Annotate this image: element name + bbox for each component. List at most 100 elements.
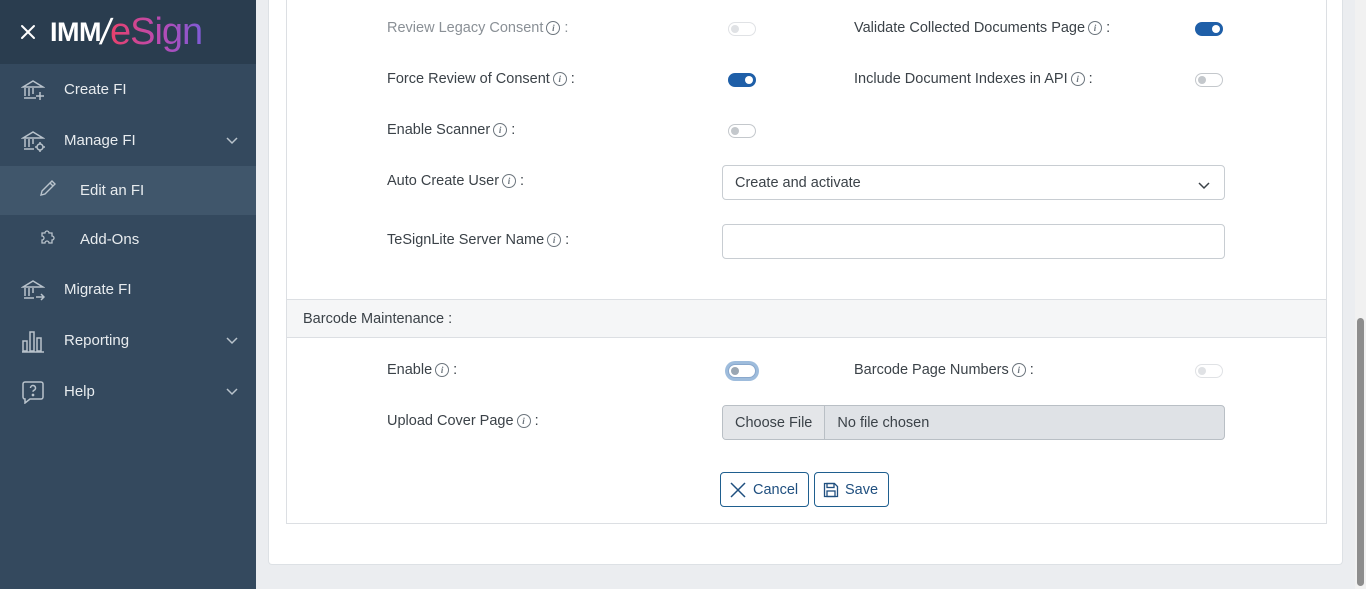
include-doc-indexes-row: Include Document Indexes in API i :	[854, 71, 1093, 87]
info-icon[interactable]: i	[1088, 21, 1103, 35]
field-label: Enable Scanner	[387, 122, 491, 138]
toggle-knob	[1212, 25, 1220, 33]
field-label: Enable	[387, 362, 433, 378]
barcode-enable-toggle[interactable]	[728, 364, 756, 378]
force-review-consent-toggle[interactable]	[728, 73, 756, 87]
info-icon[interactable]: i	[516, 414, 531, 428]
settings-panel: Review Legacy Consent i : Validate Colle…	[286, 0, 1327, 524]
field-label: Barcode Page Numbers	[854, 362, 1009, 378]
enable-scanner-row: Enable Scanner i :	[387, 122, 515, 138]
chevron-down-icon	[1198, 178, 1210, 194]
sidebar-item-edit-fi[interactable]: Edit an FI	[0, 166, 256, 215]
sidebar-item-label: Help	[64, 383, 95, 400]
sidebar-nav: Create FI Manage FI Edit an FI Add-Ons M…	[0, 64, 256, 417]
sidebar-item-migrate-fi[interactable]: Migrate FI	[0, 264, 256, 315]
sidebar-header: IMM / eSign	[0, 0, 256, 64]
toggle-knob	[731, 25, 739, 33]
info-icon[interactable]: i	[1070, 72, 1085, 86]
close-icon	[21, 25, 35, 39]
sidebar-item-help[interactable]: Help	[0, 366, 256, 417]
info-icon[interactable]: i	[546, 21, 561, 35]
label-colon: :	[520, 173, 525, 189]
cancel-label: Cancel	[753, 481, 799, 498]
label-colon: :	[534, 413, 539, 429]
sidebar-item-label: Migrate FI	[64, 281, 132, 298]
sidebar-item-add-ons[interactable]: Add-Ons	[0, 215, 256, 264]
info-icon[interactable]: i	[502, 174, 517, 188]
floppy-disk-icon	[823, 482, 839, 498]
page-scrollbar[interactable]	[1355, 0, 1366, 589]
include-doc-indexes-toggle[interactable]	[1195, 73, 1223, 87]
label-colon: :	[1106, 20, 1111, 36]
toggle-knob	[1198, 76, 1206, 84]
close-sidebar-button[interactable]	[18, 22, 38, 42]
label-colon: :	[564, 20, 569, 36]
info-icon[interactable]: i	[1011, 363, 1026, 377]
cover-page-file-input[interactable]: Choose File No file chosen	[722, 405, 1225, 440]
field-label: Auto Create User	[387, 173, 500, 189]
bank-migrate-icon	[20, 277, 46, 303]
tesignlite-server-input[interactable]	[722, 224, 1225, 259]
sidebar-item-label: Manage FI	[64, 132, 136, 149]
section-header-barcode: Barcode Maintenance :	[287, 299, 1326, 338]
review-legacy-consent-toggle[interactable]	[728, 22, 756, 36]
label-colon: :	[453, 362, 458, 378]
barcode-page-numbers-row: Barcode Page Numbers i :	[854, 362, 1034, 378]
label-colon: :	[1029, 362, 1034, 378]
toggle-knob	[745, 76, 753, 84]
logo-imm: IMM	[50, 16, 101, 47]
toggle-knob	[731, 367, 739, 375]
enable-scanner-toggle[interactable]	[728, 124, 756, 138]
sidebar: IMM / eSign Create FI Manage FI Edit an …	[0, 0, 256, 589]
close-icon	[729, 481, 747, 499]
review-legacy-consent-row: Review Legacy Consent i :	[387, 20, 568, 36]
barcode-enable-row: Enable i :	[387, 362, 457, 378]
label-colon: :	[1088, 71, 1093, 87]
bank-settings-icon	[20, 128, 46, 154]
info-icon[interactable]: i	[493, 123, 508, 137]
scrollbar-thumb[interactable]	[1357, 318, 1364, 586]
field-label: Review Legacy Consent	[387, 20, 544, 36]
select-value: Create and activate	[735, 174, 861, 191]
field-label: Validate Collected Documents Page	[854, 20, 1086, 36]
sidebar-item-label: Edit an FI	[80, 182, 145, 199]
sidebar-item-reporting[interactable]: Reporting	[0, 315, 256, 366]
validate-collected-docs-row: Validate Collected Documents Page i :	[854, 20, 1110, 36]
cancel-button[interactable]: Cancel	[720, 472, 810, 507]
label-colon: :	[570, 71, 575, 87]
choose-file-button[interactable]: Choose File	[723, 406, 826, 439]
upload-cover-page-row: Upload Cover Page i :	[387, 413, 539, 429]
file-status: No file chosen	[837, 414, 930, 431]
save-label: Save	[845, 481, 879, 498]
sidebar-item-create-fi[interactable]: Create FI	[0, 64, 256, 115]
info-icon[interactable]: i	[435, 363, 450, 377]
main-card: Review Legacy Consent i : Validate Colle…	[268, 0, 1343, 565]
puzzle-icon	[38, 227, 58, 252]
label-colon: :	[511, 122, 516, 138]
field-label: Include Document Indexes in API	[854, 71, 1068, 87]
info-icon[interactable]: i	[547, 233, 562, 247]
sidebar-item-label: Create FI	[64, 81, 127, 98]
label-colon: :	[565, 232, 570, 248]
tesignlite-server-row: TeSignLite Server Name i :	[387, 232, 569, 248]
field-label: TeSignLite Server Name	[387, 232, 545, 248]
field-label: Force Review of Consent	[387, 71, 550, 87]
bar-chart-icon	[20, 328, 46, 354]
sidebar-item-label: Add-Ons	[80, 231, 140, 248]
chevron-down-icon	[226, 383, 238, 401]
sidebar-item-manage-fi[interactable]: Manage FI	[0, 115, 256, 166]
toggle-knob	[1198, 367, 1206, 375]
chevron-down-icon	[226, 132, 238, 150]
save-button[interactable]: Save	[814, 472, 890, 507]
help-bubble-icon	[20, 379, 46, 405]
auto-create-user-select[interactable]: Create and activate	[722, 165, 1225, 200]
toggle-knob	[731, 127, 739, 135]
chevron-down-icon	[226, 332, 238, 350]
pencil-icon	[38, 178, 58, 203]
info-icon[interactable]: i	[552, 72, 567, 86]
logo-esign: eSign	[110, 10, 203, 53]
validate-collected-docs-toggle[interactable]	[1195, 22, 1223, 36]
auto-create-user-row: Auto Create User i :	[387, 173, 524, 189]
barcode-page-numbers-toggle[interactable]	[1195, 364, 1223, 378]
bank-add-icon	[20, 77, 46, 103]
